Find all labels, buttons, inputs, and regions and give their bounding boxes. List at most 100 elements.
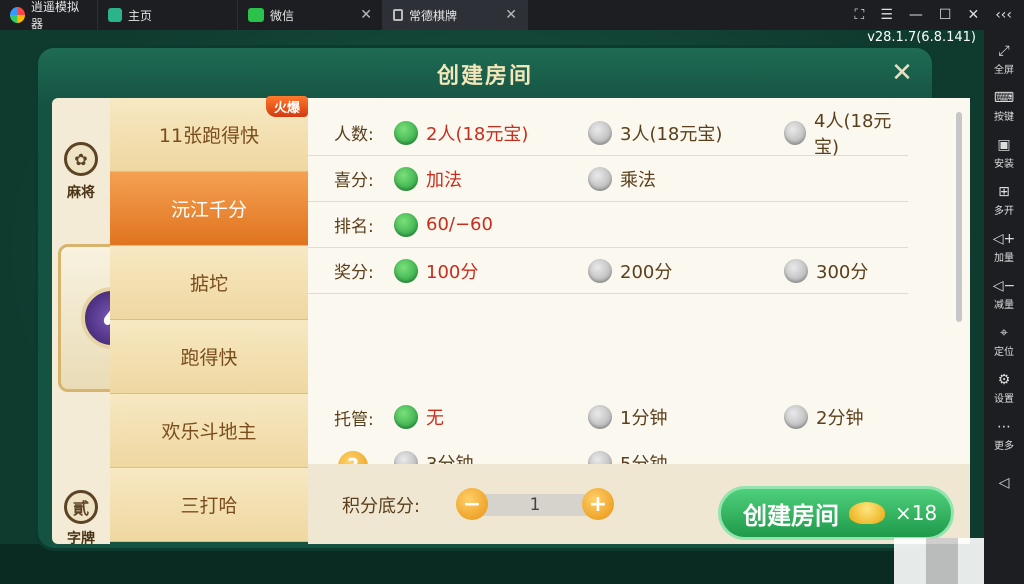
create-room-cost: ×18 [895,501,938,525]
back-icon: ◁ [998,474,1010,491]
option-addition[interactable]: 加法 [394,166,462,192]
keyboard-icon: ⌨ [993,89,1015,106]
option-2-players[interactable]: 2人(18元宝) [394,120,528,146]
game-item-11-pdk[interactable]: 11张跑得快 火爆 [110,96,308,172]
rule-label: 人数: [334,125,374,145]
multi-open-icon: ⊞ [998,183,1010,200]
option-bonus-300[interactable]: 300分 [784,258,868,284]
game-label: 欢乐斗地主 [161,421,257,443]
game-label: 跑得快 [180,347,238,369]
tab-wechat-label: 微信 [270,8,295,23]
rule-label: 排名: [334,217,374,237]
option-label: 4人(18元宝) [814,110,892,158]
sidebar-item-multi[interactable]: ⊞ 多开 [994,177,1014,224]
back-button[interactable]: ◁ [999,459,1010,506]
score-base-stepper: 1 − + [456,488,614,522]
sidebar-item-label: 设置 [994,393,1014,405]
radio-checked-icon [394,212,418,237]
option-label: 60/−60 [426,214,493,235]
sidebar-item-volume-down[interactable]: ◁− 减量 [993,271,1016,318]
sidebar-item-label: 更多 [994,440,1014,452]
rules-panel: 人数: 2人(18元宝) 3人(18元宝) 4人(18元宝) 喜分: 加法 乘法… [308,98,970,544]
sidebar-item-label: 安装 [994,158,1014,170]
option-trustee-none[interactable]: 无 [394,404,444,430]
game-item-doudizhu[interactable]: 欢乐斗地主 [110,394,308,468]
option-label: 200分 [620,261,673,283]
apk-icon: ▣ [997,136,1011,153]
screenshot-icon[interactable]: ⛶ [855,7,865,23]
tab-home[interactable]: 主页 [98,0,238,30]
sidebar-item-settings[interactable]: ⚙ 设置 [994,365,1014,412]
sidebar-item-volume-up[interactable]: ◁+ 加量 [993,224,1016,271]
option-label: 无 [426,408,444,429]
collapse-sidebar-icon[interactable]: ‹‹‹ [995,7,1012,23]
option-trustee-1min[interactable]: 1分钟 [588,404,667,430]
option-bonus-100[interactable]: 100分 [394,258,478,284]
game-item-pdk[interactable]: 跑得快 [110,320,308,394]
corner-overlay [894,538,984,584]
tab-emulator-label: 逍遥模拟器 [30,0,79,31]
category-zipai[interactable]: 貳 字牌 [52,490,110,548]
radio-icon [784,120,807,145]
maximize-icon[interactable]: ☐ [939,7,952,23]
option-label: 1分钟 [620,408,668,429]
tab-changde-chess-label: 常德棋牌 [409,8,458,23]
fullscreen-icon: ⤢ [998,42,1010,59]
game-item-yuanjiang-qianfen[interactable]: 沅江千分 [110,172,308,246]
category-label: 麻将 [67,185,95,201]
sidebar-item-install[interactable]: ▣ 安装 [994,130,1014,177]
game-item-diantuo[interactable]: 掂坨 [110,246,308,320]
tab-changde-chess[interactable]: 常德棋牌 ✕ [383,0,528,30]
radio-icon [784,258,808,283]
radio-icon [588,166,612,191]
emulator-logo-icon [10,7,25,23]
rule-trustee: 托管: 无 1分钟 2分钟 [308,394,908,440]
volume-down-icon: ◁− [992,277,1016,294]
radio-icon [784,405,808,429]
sidebar-item-fullscreen[interactable]: ⤢ 全屏 [994,36,1014,83]
category-label: 字牌 [67,531,95,547]
score-base-label: 积分底分: [342,496,421,517]
option-4-players[interactable]: 4人(18元宝) [784,107,908,159]
close-icon[interactable]: ✕ [505,7,517,23]
radio-icon [588,405,612,429]
sidebar-item-label: 定位 [994,346,1014,358]
dialog-title: 创建房间 [436,64,533,89]
option-rank-60[interactable]: 60/−60 [394,212,493,237]
window-controls: ⛶ ☰ — ☐ ✕ ‹‹‹ [855,0,1024,30]
option-label: 加法 [426,169,462,191]
option-trustee-2min[interactable]: 2分钟 [784,404,863,430]
rule-label: 喜分: [334,171,374,191]
sidebar-item-location[interactable]: ⌖ 定位 [994,318,1014,365]
option-bonus-200[interactable]: 200分 [588,258,672,284]
score-base-value: 1 [472,494,598,516]
close-icon[interactable]: ✕ [360,7,372,23]
decrement-button[interactable]: − [456,488,488,520]
scrollbar[interactable] [956,112,962,322]
radio-checked-icon [394,166,418,191]
sidebar-item-label: 多开 [994,205,1014,217]
ingot-icon [849,502,885,524]
rule-players: 人数: 2人(18元宝) 3人(18元宝) 4人(18元宝) [308,107,908,159]
increment-button[interactable]: + [582,488,614,520]
lock-icon [393,9,403,21]
create-room-button[interactable]: 创建房间 ×18 [718,486,954,540]
menu-icon[interactable]: ☰ [880,7,893,23]
tab-wechat[interactable]: 微信 ✕ [238,0,383,30]
game-label: 沅江千分 [170,199,247,221]
sidebar-item-more[interactable]: ⋯ 更多 [994,412,1014,459]
close-icon[interactable]: ✕ [888,60,916,88]
game-list: 11张跑得快 火爆 沅江千分 掂坨 跑得快 欢乐斗地主 三打哈 [110,96,308,544]
minimize-icon[interactable]: — [909,7,923,23]
emulator-sidebar: ⤢ 全屏 ⌨ 按键 ▣ 安装 ⊞ 多开 ◁+ 加量 ◁− 减量 ⌖ 定位 ⚙ 设置 ⋯ 更多 ◁ [984,30,1024,584]
sidebar-item-keys[interactable]: ⌨ 按键 [994,83,1014,130]
game-label: 11张跑得快 [158,125,260,147]
home-icon [108,8,122,22]
game-item-sandaha[interactable]: 三打哈 [110,468,308,542]
option-3-players[interactable]: 3人(18元宝) [588,120,722,146]
option-multiplication[interactable]: 乘法 [588,166,656,192]
more-icon: ⋯ [997,418,1011,435]
category-mahjong[interactable]: ✿ 麻将 [52,142,110,202]
tab-emulator[interactable]: 逍遥模拟器 [0,0,98,31]
close-window-icon[interactable]: ✕ [967,7,979,23]
